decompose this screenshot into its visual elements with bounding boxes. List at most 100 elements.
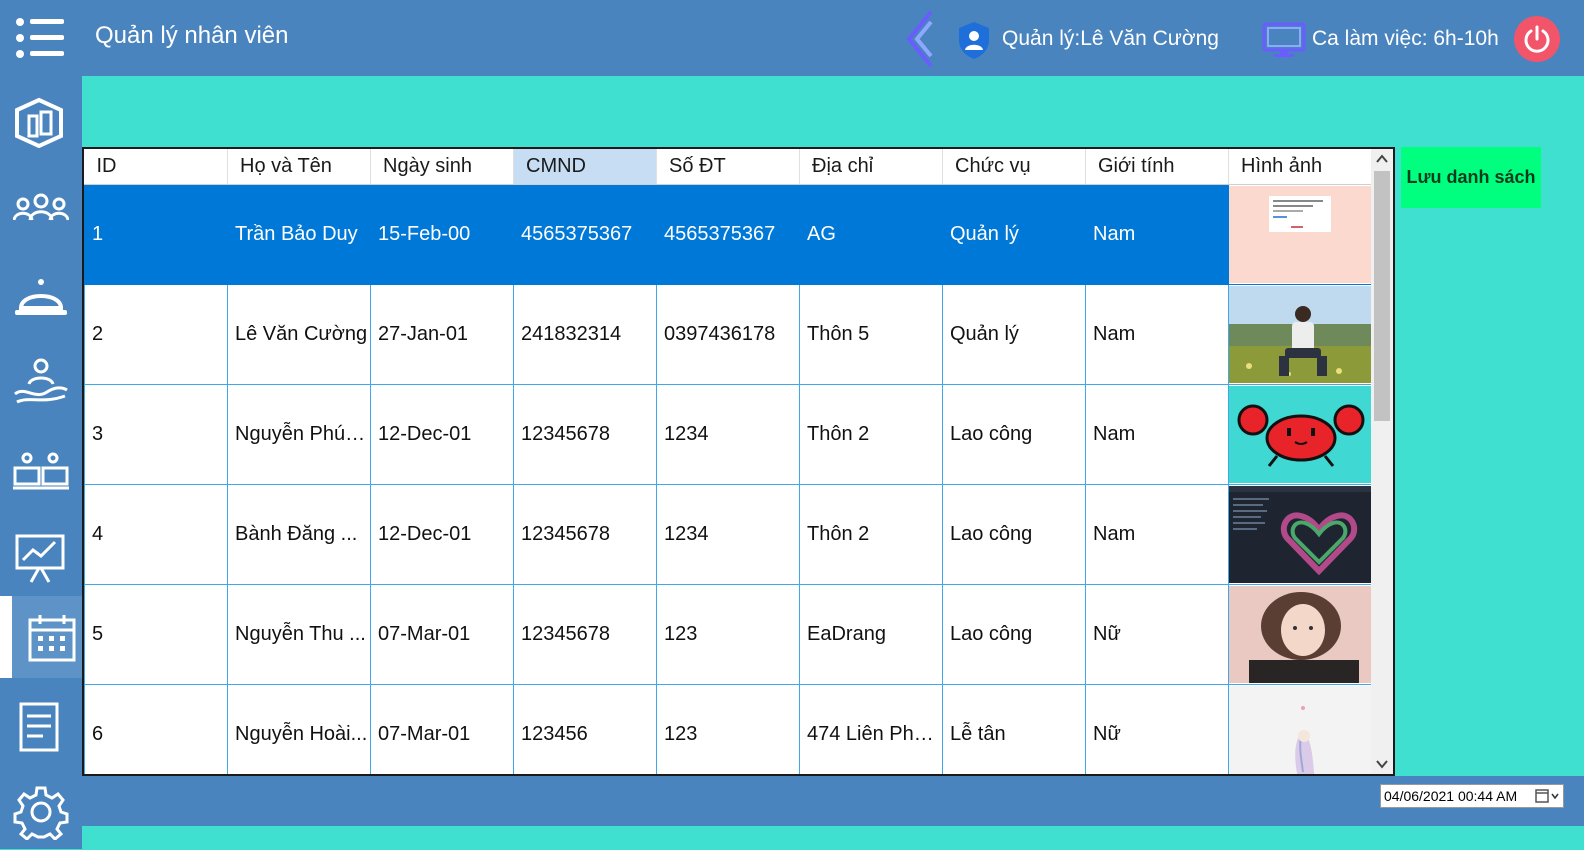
cell-position[interactable]: Lao công (942, 584, 1086, 685)
cell-position[interactable]: Quản lý (942, 184, 1086, 285)
cell-name[interactable]: Lê Văn Cường (227, 284, 371, 385)
column-header-gender[interactable]: Giới tính (1085, 149, 1229, 185)
column-header-phone[interactable]: Số ĐT (656, 149, 800, 185)
cell-dob[interactable]: 12-Dec-01 (370, 384, 514, 485)
datetime-picker[interactable]: 04/06/2021 00:44 AM (1380, 784, 1564, 808)
chevron-left-icon[interactable] (905, 10, 935, 68)
girl-portrait-photo (1229, 586, 1374, 683)
cell-cmnd[interactable]: 12345678 (513, 484, 657, 585)
cell-gender[interactable]: Nam (1085, 484, 1229, 585)
cell-id[interactable]: 4 (84, 484, 228, 585)
cell-image[interactable] (1228, 184, 1375, 285)
people-group-icon (13, 193, 69, 221)
cell-name[interactable]: Nguyễn Hoài... (227, 684, 371, 774)
scrollbar-thumb[interactable] (1374, 171, 1390, 421)
cell-phone[interactable]: 1234 (656, 384, 800, 485)
cell-id[interactable]: 3 (84, 384, 228, 485)
sidebar-item-documents[interactable] (0, 684, 82, 766)
table-row[interactable]: 6 Nguyễn Hoài... 07-Mar-01 123456 123 47… (84, 684, 1375, 774)
cell-name[interactable]: Nguyễn Thu ... (227, 584, 371, 685)
cell-name[interactable]: Bành Đăng ... (227, 484, 371, 585)
cell-image[interactable] (1228, 484, 1375, 585)
cell-image[interactable] (1228, 284, 1375, 385)
cell-address[interactable]: AG (799, 184, 943, 285)
scroll-up-icon[interactable] (1371, 149, 1393, 169)
cell-cmnd[interactable]: 12345678 (513, 384, 657, 485)
cell-address[interactable]: Thôn 5 (799, 284, 943, 385)
sidebar-item-settings[interactable] (0, 768, 82, 850)
code-editor-heart-screenshot (1229, 486, 1374, 583)
cell-position[interactable]: Quản lý (942, 284, 1086, 385)
settings-gear-icon (13, 786, 69, 840)
cell-dob[interactable]: 12-Dec-01 (370, 484, 514, 585)
cell-dob[interactable]: 27-Jan-01 (370, 284, 514, 385)
scroll-down-icon[interactable] (1371, 754, 1393, 774)
cell-cmnd[interactable]: 12345678 (513, 584, 657, 685)
cell-image[interactable] (1228, 584, 1375, 685)
cell-address[interactable]: 474 Liên Phu... (799, 684, 943, 774)
table-row[interactable]: 5 Nguyễn Thu ... 07-Mar-01 12345678 123 … (84, 584, 1375, 685)
column-header-dob[interactable]: Ngày sinh (370, 149, 514, 185)
employee-table[interactable]: ID Họ và Tên Ngày sinh CMND Số ĐT Địa ch… (82, 147, 1395, 776)
cell-cmnd[interactable]: 241832314 (513, 284, 657, 385)
cell-id[interactable]: 1 (84, 184, 228, 285)
cell-position[interactable]: Lễ tân (942, 684, 1086, 774)
cell-gender[interactable]: Nam (1085, 184, 1229, 285)
table-row[interactable]: 3 Nguyễn Phúc... 12-Dec-01 12345678 1234… (84, 384, 1375, 485)
save-list-button[interactable]: Lưu danh sách (1401, 147, 1541, 208)
calendar-dropdown-icon[interactable] (1533, 788, 1561, 804)
sidebar-item-statistics[interactable] (0, 514, 82, 596)
cell-dob[interactable]: 07-Mar-01 (370, 684, 514, 774)
cell-phone[interactable]: 123 (656, 684, 800, 774)
hamburger-menu-icon[interactable] (14, 16, 66, 60)
cell-position[interactable]: Lao công (942, 384, 1086, 485)
shield-user-icon (956, 20, 992, 60)
cell-gender[interactable]: Nam (1085, 284, 1229, 385)
column-header-address[interactable]: Địa chỉ (799, 149, 943, 185)
sidebar-item-people[interactable] (0, 168, 82, 250)
presentation-chart-icon (15, 534, 65, 583)
cell-image[interactable] (1228, 684, 1375, 774)
column-header-cmnd[interactable]: CMND (513, 149, 657, 185)
sidebar-item-rooms[interactable] (0, 428, 82, 510)
table-row[interactable]: 4 Bành Đăng ... 12-Dec-01 12345678 1234 … (84, 484, 1375, 585)
column-header-image[interactable]: Hình ảnh (1228, 149, 1375, 185)
power-button[interactable] (1514, 16, 1560, 62)
cell-name[interactable]: Trần Bảo Duy (227, 184, 371, 285)
cell-dob[interactable]: 15-Feb-00 (370, 184, 514, 285)
cell-address[interactable]: Thôn 2 (799, 484, 943, 585)
manager-label: Quản lý:Lê Văn Cường (1002, 27, 1219, 50)
cell-id[interactable]: 6 (84, 684, 228, 774)
sidebar-item-schedule[interactable] (0, 596, 82, 678)
cell-phone[interactable]: 0397436178 (656, 284, 800, 385)
table-row[interactable]: 2 Lê Văn Cường 27-Jan-01 241832314 03974… (84, 284, 1375, 385)
table-vertical-scrollbar[interactable] (1371, 149, 1393, 774)
top-bar: Quản lý nhân viên Quản lý:Lê Văn Cường C… (0, 0, 1584, 76)
cell-phone[interactable]: 4565375367 (656, 184, 800, 285)
cell-id[interactable]: 5 (84, 584, 228, 685)
cell-phone[interactable]: 1234 (656, 484, 800, 585)
cell-cmnd[interactable]: 123456 (513, 684, 657, 774)
sidebar-item-care[interactable] (0, 340, 82, 422)
cell-address[interactable]: EaDrang (799, 584, 943, 685)
cell-gender[interactable]: Nữ (1085, 584, 1229, 685)
cell-name[interactable]: Nguyễn Phúc... (227, 384, 371, 485)
cell-phone[interactable]: 123 (656, 584, 800, 685)
cell-image[interactable] (1228, 384, 1375, 485)
sidebar-item-building[interactable] (0, 80, 82, 162)
service-bell-icon (15, 279, 67, 315)
column-header-position[interactable]: Chức vụ (942, 149, 1086, 185)
column-header-id[interactable]: ID (84, 149, 228, 185)
cell-dob[interactable]: 07-Mar-01 (370, 584, 514, 685)
hand-care-icon (14, 358, 68, 404)
cell-gender[interactable]: Nam (1085, 384, 1229, 485)
cell-gender[interactable]: Nữ (1085, 684, 1229, 774)
cell-position[interactable]: Lao công (942, 484, 1086, 585)
table-row[interactable]: 1 Trần Bảo Duy 15-Feb-00 4565375367 4565… (84, 184, 1375, 285)
column-header-name[interactable]: Họ và Tên (227, 149, 371, 185)
sidebar-item-service[interactable] (0, 256, 82, 338)
cell-id[interactable]: 2 (84, 284, 228, 385)
cell-cmnd[interactable]: 4565375367 (513, 184, 657, 285)
cell-address[interactable]: Thôn 2 (799, 384, 943, 485)
page-title: Quản lý nhân viên (95, 22, 289, 49)
